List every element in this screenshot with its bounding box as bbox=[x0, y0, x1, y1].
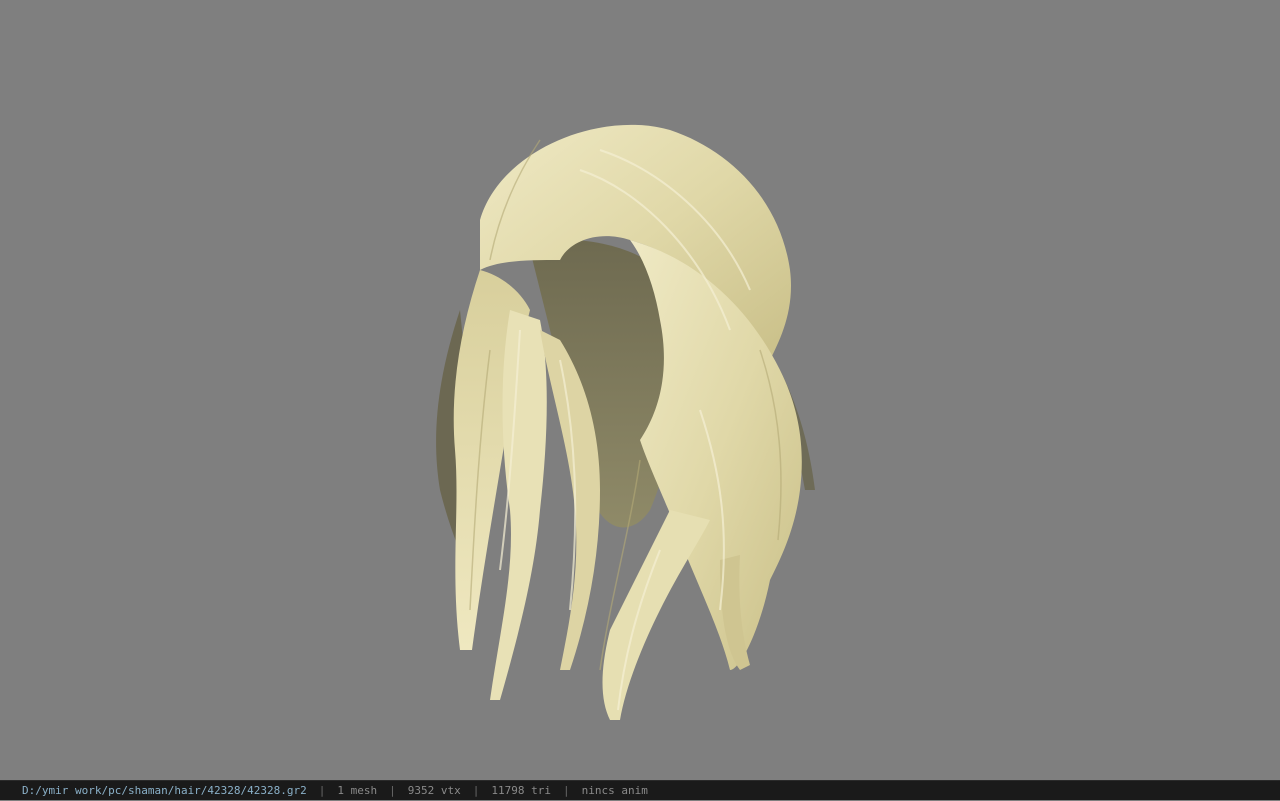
mesh-count: 1 mesh bbox=[337, 784, 378, 797]
vertex-count: 9352 vtx bbox=[407, 784, 461, 797]
triangle-count: 11798 tri bbox=[491, 784, 551, 797]
hair-model-render[interactable] bbox=[400, 110, 840, 730]
separator: | bbox=[389, 784, 396, 797]
3d-viewport[interactable] bbox=[0, 0, 1280, 780]
separator: | bbox=[318, 784, 326, 797]
separator: | bbox=[472, 784, 480, 797]
status-bar: D:/ymir work/pc/shaman/hair/42328/42328.… bbox=[0, 780, 1280, 800]
file-path: D:/ymir work/pc/shaman/hair/42328/42328.… bbox=[22, 784, 307, 797]
separator: | bbox=[563, 784, 570, 797]
animation-status: nincs anim bbox=[581, 784, 648, 797]
